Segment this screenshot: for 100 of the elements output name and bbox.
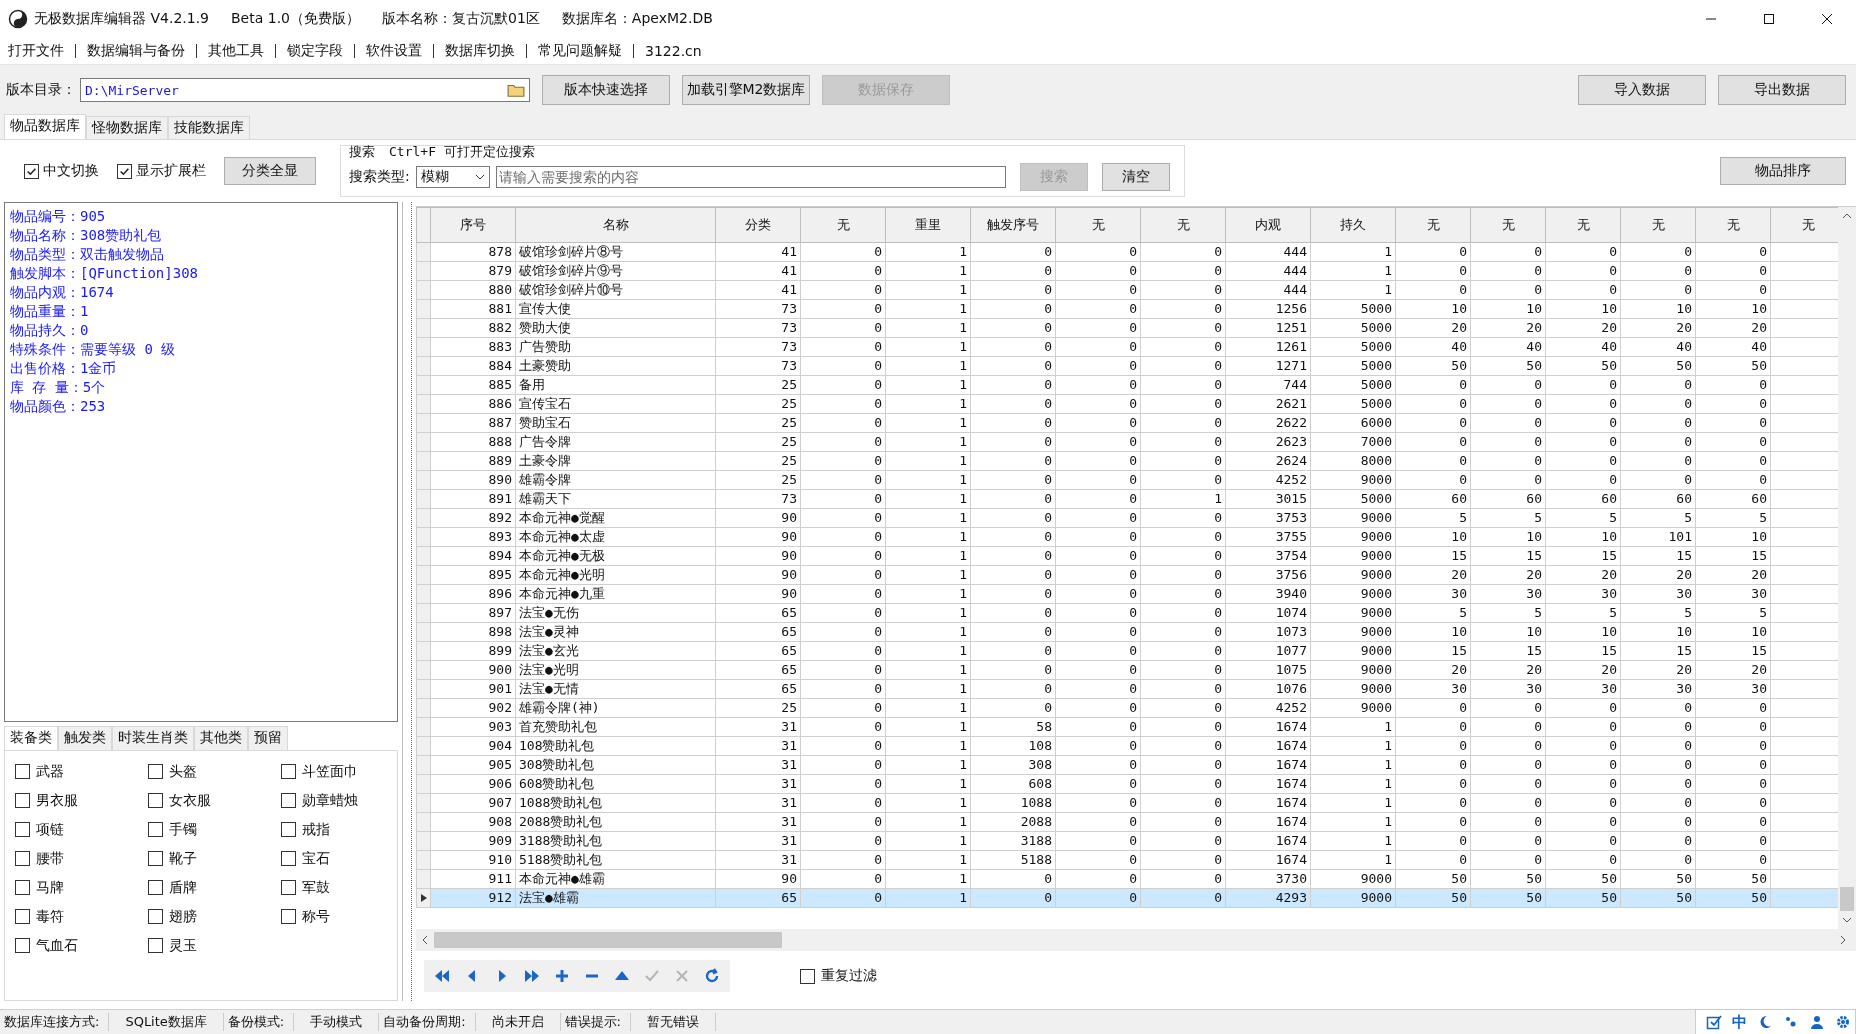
folder-icon[interactable] [507,83,525,97]
column-header[interactable]: 无 [1140,207,1226,243]
category-tab[interactable]: 其他类 [194,726,248,750]
checkbox[interactable] [117,163,132,179]
checkbox[interactable] [15,880,30,895]
menu-item[interactable]: 其他工具 [208,42,275,60]
add-icon[interactable] [554,968,570,984]
checkbox[interactable] [281,909,296,924]
info-line: 出售价格：1金币 [10,359,118,378]
clear-button[interactable]: 清空 [1101,163,1170,191]
table-cell: 1261 [1275,339,1307,354]
column-header[interactable]: 无 [1470,207,1546,243]
column-header[interactable]: 无 [1055,207,1141,243]
checkbox[interactable] [148,793,163,808]
table-cell: 15 [1451,643,1467,658]
scroll-down-icon[interactable] [1842,917,1852,923]
checkbox[interactable] [148,909,163,924]
table-cell: 5000 [1360,339,1392,354]
column-header[interactable]: 无 [1395,207,1471,243]
scroll-right-icon[interactable] [1840,935,1846,945]
column-header[interactable]: 内观 [1225,207,1311,243]
checkbox[interactable] [281,880,296,895]
checkbox[interactable] [281,822,296,837]
toolbar-button[interactable]: 加载引擎M2数据库 [682,75,810,105]
checkbox[interactable] [281,793,296,808]
table-cell: 30 [1451,681,1467,696]
column-header[interactable]: 无 [1695,207,1771,243]
column-header[interactable]: 无 [1770,207,1838,243]
menu-item[interactable]: 软件设置 [366,42,433,60]
splitter[interactable] [402,202,412,1001]
column-header[interactable]: 持久 [1310,207,1396,243]
table-cell: 1 [959,738,967,753]
table-cell: 40 [1601,339,1617,354]
table-cell: 0 [1129,377,1137,392]
checkbox[interactable] [15,909,30,924]
column-header[interactable]: 分类 [715,207,801,243]
settings-icon[interactable] [1835,1014,1851,1030]
menu-item[interactable]: 数据编辑与备份 [87,42,196,60]
refresh-icon[interactable] [704,968,720,984]
database-tab[interactable]: 怪物数据库 [86,116,168,139]
table-cell: 879 [488,263,512,278]
menu-item[interactable]: 数据库切换 [445,42,526,60]
table-cell: 1 [959,339,967,354]
checkbox[interactable] [148,880,163,895]
checkbox[interactable] [281,851,296,866]
toolbar-button[interactable]: 导出数据 [1718,75,1846,105]
checkbox[interactable] [800,968,815,984]
column-header[interactable]: 序号 [430,207,516,243]
menu-item[interactable]: 常见问题解疑 [538,42,633,60]
table-cell: 0 [1129,320,1137,335]
column-header[interactable]: 名称 [515,207,716,243]
horizontal-scrollbar[interactable] [416,929,1856,951]
toolbar-button[interactable]: 导入数据 [1578,75,1706,105]
table-cell: 0 [1459,263,1467,278]
person-icon[interactable] [1809,1014,1825,1030]
show-all-button[interactable]: 分类全显 [224,157,316,185]
table-cell: 0 [1044,890,1052,905]
checkbox[interactable] [148,822,163,837]
checkbox[interactable] [15,764,30,779]
toolbar-button[interactable]: 版本快速选择 [542,75,670,105]
menu-item[interactable]: 锁定字段 [287,42,354,60]
menu-item[interactable]: 打开文件 [8,42,75,60]
scroll-left-icon[interactable] [422,935,428,945]
database-tab[interactable]: 技能数据库 [168,116,250,139]
search-field[interactable]: 请输入需要搜索的内容 [495,166,1006,188]
table-cell: 1 [959,415,967,430]
scrollbar-thumb[interactable] [1840,887,1854,911]
checkbox[interactable] [15,938,30,953]
checkbox[interactable] [148,764,163,779]
column-header[interactable]: 无 [800,207,886,243]
vertical-scrollbar[interactable] [1838,207,1856,929]
path-field[interactable]: D:\MirServer [80,78,530,102]
checkbox[interactable] [148,851,163,866]
checkbox[interactable] [15,822,30,837]
table-cell: 5 [1459,510,1467,525]
table-cell: 0 [1044,700,1052,715]
column-header[interactable]: 重里 [885,207,971,243]
sort-button[interactable]: 物品排序 [1720,157,1846,185]
ime-language-label[interactable]: 中 [1732,1012,1747,1032]
checkbox[interactable] [15,793,30,808]
menu-item[interactable]: 3122.cn [645,43,713,59]
column-header[interactable]: 无 [1545,207,1621,243]
scrollbar-thumb[interactable] [434,932,782,948]
search-type-dropdown[interactable]: 模糊 [415,166,490,188]
scroll-up-icon[interactable] [1842,213,1852,219]
database-tab[interactable]: 物品数据库 [4,114,86,139]
column-header[interactable]: 触发序号 [970,207,1056,243]
category-tab[interactable]: 预留 [248,726,288,750]
checkbox[interactable] [24,163,39,179]
column-header[interactable]: 无 [1620,207,1696,243]
last-icon[interactable] [524,968,540,984]
category-tab[interactable]: 触发类 [58,726,112,750]
checkbox[interactable] [148,938,163,953]
table-cell: 0 [1534,776,1542,791]
category-tab[interactable]: 时装生肖类 [112,726,194,750]
checkbox-icon[interactable] [1706,1014,1722,1030]
checkbox[interactable] [15,851,30,866]
category-tab[interactable]: 装备类 [4,726,58,750]
checkbox[interactable] [281,764,296,779]
first-icon[interactable] [434,968,450,984]
